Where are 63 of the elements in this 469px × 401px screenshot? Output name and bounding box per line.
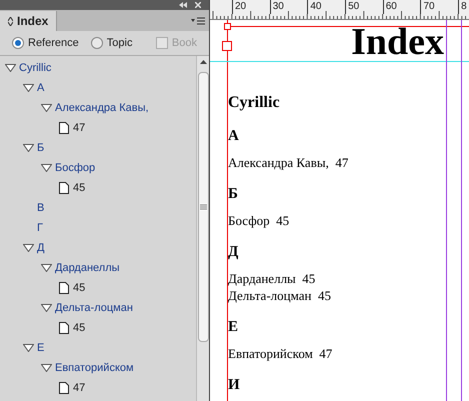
topic-label[interactable]: Б: [37, 140, 44, 156]
section-letter: Е: [228, 318, 240, 336]
index-entry: Дельта-лоцман 45: [228, 287, 332, 304]
topic-label[interactable]: Е: [37, 340, 44, 356]
ruler-label: 50: [345, 0, 383, 14]
index-tab[interactable]: Index: [0, 11, 58, 31]
topic-label[interactable]: Дельта-лоцман: [55, 300, 133, 316]
grip-icon: [200, 204, 206, 210]
index-entry: Евпаторийском 47: [228, 345, 334, 362]
scrollbar[interactable]: [196, 56, 209, 401]
index-entry: Дарданеллы 45: [228, 270, 316, 287]
ruler-label: 20: [232, 0, 270, 14]
close-icon[interactable]: [195, 2, 201, 8]
topic-label[interactable]: А: [37, 80, 44, 96]
page-number[interactable]: 45: [73, 320, 86, 336]
index-entry: Александра Кавы, 47: [228, 154, 350, 171]
expanded-triangle-icon[interactable]: [23, 244, 34, 252]
ruler-label: 40: [307, 0, 346, 14]
page-icon: [59, 322, 69, 334]
expanded-triangle-icon[interactable]: [5, 64, 16, 72]
index-title: Index: [351, 23, 444, 61]
frame-handle[interactable]: [222, 41, 232, 51]
page-icon: [59, 282, 69, 294]
ruler-label: 8: [458, 0, 469, 14]
topic-label[interactable]: Александра Кавы,: [55, 100, 149, 116]
expanded-triangle-icon[interactable]: [41, 264, 52, 272]
topic-label[interactable]: В: [37, 200, 44, 216]
section-letter: Б: [228, 185, 239, 203]
sort-arrows-icon: [8, 16, 13, 26]
radio-option[interactable]: Reference: [12, 34, 79, 52]
page-number[interactable]: 47: [73, 380, 86, 396]
ruler-label: 70: [420, 0, 458, 14]
collapse-icon[interactable]: [179, 2, 187, 8]
section-letter: И: [228, 376, 241, 394]
panel-menu-icon[interactable]: [191, 17, 205, 26]
section-letter: Д: [228, 243, 240, 261]
expanded-triangle-icon[interactable]: [23, 144, 34, 152]
topic-label[interactable]: Дарданеллы: [55, 260, 120, 276]
expanded-triangle-icon[interactable]: [41, 364, 52, 372]
section-letter: А: [228, 127, 240, 145]
expanded-triangle-icon[interactable]: [41, 304, 52, 312]
frame-handle[interactable]: [224, 23, 231, 30]
topic-label[interactable]: Д: [37, 240, 44, 256]
radio-option[interactable]: Topic: [90, 34, 132, 52]
topic-label[interactable]: Босфор: [55, 160, 96, 176]
page-icon: [59, 122, 69, 134]
expanded-triangle-icon[interactable]: [41, 104, 52, 112]
expanded-triangle-icon[interactable]: [23, 84, 34, 92]
ruler-label: 60: [382, 0, 420, 14]
page-icon: [59, 182, 69, 194]
topic-label[interactable]: Евпаторийском: [55, 360, 134, 376]
expanded-triangle-icon[interactable]: [23, 344, 34, 352]
page-number[interactable]: 45: [73, 180, 86, 196]
scroll-up-arrow-icon[interactable]: [200, 60, 206, 64]
index-heading: Cyrillic: [228, 93, 281, 113]
expanded-triangle-icon[interactable]: [41, 164, 52, 172]
topic-label[interactable]: Cyrillic: [19, 60, 52, 76]
page-number[interactable]: 45: [73, 280, 86, 296]
page-icon: [59, 382, 69, 394]
page-number[interactable]: 47: [73, 120, 86, 136]
index-entry: Босфор 45: [228, 212, 290, 229]
ruler-label: 30: [270, 0, 308, 14]
topic-label[interactable]: Г: [37, 220, 43, 236]
